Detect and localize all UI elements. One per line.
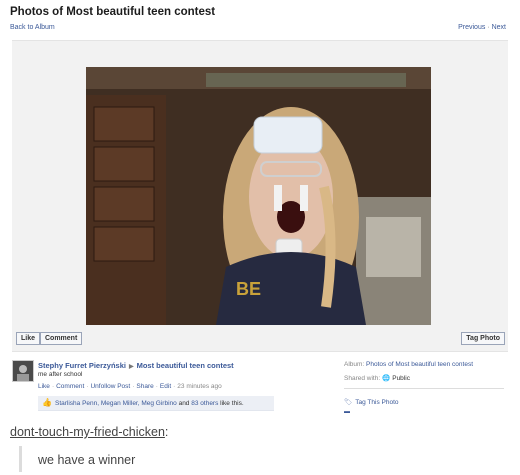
likers-names[interactable]: Starlisha Penn, Megan Miller, Meg Girbin… [55, 400, 177, 407]
post-timestamp[interactable]: 23 minutes ago [177, 383, 221, 390]
photo-page-title: Photos of Most beautiful teen contest [10, 6, 216, 18]
tag-this-link[interactable]: Tag This Photo [355, 399, 398, 406]
photo-navigation: Previous · Next [458, 24, 506, 31]
photo-like-button[interactable]: Like [16, 332, 41, 345]
likes-and: and [178, 400, 190, 407]
post-header: Stephy Furret Pierzyński ▶ Most beautiful … [38, 361, 234, 370]
album-name-link[interactable]: Most beautiful teen contest [137, 361, 234, 370]
back-to-album-link[interactable]: Back to Album [10, 24, 55, 31]
action-like-link[interactable]: Like [38, 383, 50, 390]
others-link[interactable]: 83 others [191, 400, 218, 407]
action-separator: · [51, 383, 55, 390]
avatar-image [13, 361, 33, 381]
thumbs-up-icon: 👍 [42, 398, 52, 407]
album-link[interactable]: Photos of Most beautiful teen contest [366, 361, 473, 368]
photo-comment-button[interactable]: Comment [40, 332, 83, 345]
action-separator: · [173, 383, 176, 390]
action-share-link[interactable]: Share [136, 383, 153, 390]
action-separator: · [86, 383, 89, 390]
triangle-right-icon: ▶ [128, 364, 134, 370]
shared-with: Shared with: 🌐 Public [344, 374, 410, 382]
action-separator: · [155, 383, 158, 390]
photo-caption: me after school [38, 371, 83, 378]
shirt-lettering: BE [236, 279, 261, 299]
blockquote-text: we have a winner [38, 453, 136, 467]
blockquote-bar [19, 446, 22, 472]
tag-icon: 🏷 [344, 399, 353, 406]
tag-this-photo[interactable]: 🏷 Tag This Photo [344, 398, 399, 406]
action-unfollow-link[interactable]: Unfollow Post [90, 383, 130, 390]
album-info: Album: Photos of Most beautiful teen con… [344, 361, 473, 368]
likes-summary: 👍 Starlisha Penn, Megan Miller, Meg Girbi… [38, 396, 274, 411]
action-comment-link[interactable]: Comment [56, 383, 84, 390]
owner-name-link[interactable]: Stephy Furret Pierzyński [38, 361, 126, 370]
post-actions: Like · Comment · Unfollow Post · Share · Edit · 23… [38, 383, 222, 390]
tag-list-marker: ▬ [344, 409, 350, 415]
owner-avatar[interactable] [12, 360, 34, 382]
action-edit-link[interactable]: Edit [160, 383, 171, 390]
main-photo[interactable]: BE [86, 67, 431, 325]
privacy-value[interactable]: Public [392, 375, 410, 382]
previous-link[interactable]: Previous [458, 24, 485, 31]
username-colon: : [164, 425, 169, 439]
reblog-attribution: dont-touch-my-fried-chicken: [10, 425, 168, 439]
shared-label: Shared with: [344, 375, 381, 382]
likes-suffix: like this. [220, 400, 244, 407]
nav-separator: · [487, 24, 490, 31]
photo-image: BE [86, 67, 431, 325]
album-label: Album: [344, 361, 365, 368]
sidebar-divider [344, 388, 504, 389]
next-link[interactable]: Next [492, 24, 506, 31]
tag-photo-button[interactable]: Tag Photo [461, 332, 505, 345]
tumblr-username-link[interactable]: dont-touch-my-fried-chicken [10, 425, 165, 439]
globe-icon: 🌐 [382, 375, 391, 382]
action-separator: · [132, 383, 135, 390]
